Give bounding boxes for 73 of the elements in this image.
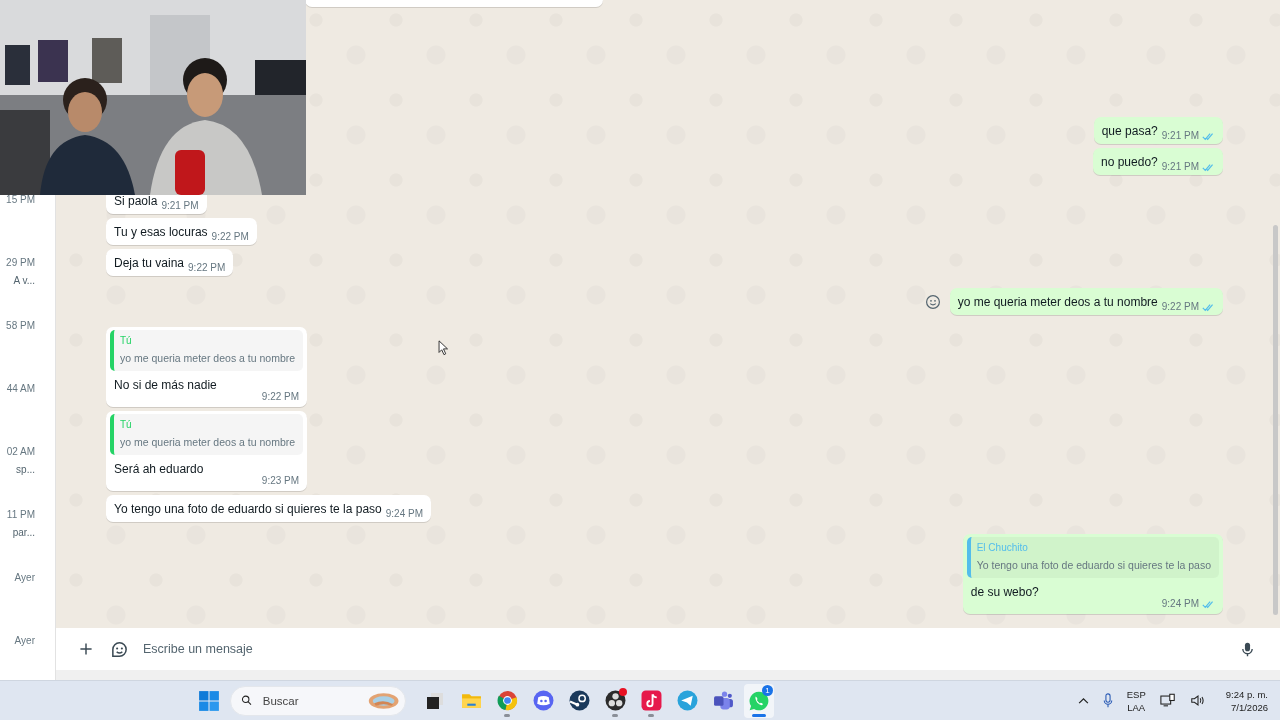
record-icon bbox=[604, 690, 626, 711]
quote-text: Yo tengo una foto de eduardo si quieres te la paso bbox=[976, 559, 1211, 572]
message-time: 9:21 PM bbox=[1161, 130, 1199, 142]
message-composer[interactable]: Escribe un mensaje bbox=[56, 628, 1280, 670]
running-indicator bbox=[612, 713, 618, 717]
message-time: 9:24 PM bbox=[385, 508, 423, 520]
message-text: Yo tengo una foto de eduardo si quieres te la paso bbox=[114, 501, 382, 517]
chat-preview: par... bbox=[12, 527, 35, 539]
search-input[interactable]: Buscar bbox=[260, 693, 360, 708]
message-time: 9:23 PM bbox=[261, 475, 300, 487]
browser-icon bbox=[496, 690, 518, 711]
chat-time: 15 PM bbox=[6, 194, 35, 206]
message-text: Si paola bbox=[114, 193, 158, 209]
chat-preview: A v... bbox=[13, 275, 35, 287]
speaker-icon[interactable] bbox=[1189, 693, 1206, 708]
microphone-icon[interactable] bbox=[1102, 693, 1113, 708]
message-text: yo me queria meter deos a tu nombre bbox=[957, 294, 1158, 310]
game-controller-icon bbox=[532, 690, 554, 711]
language-indicator[interactable]: ESP LAA bbox=[1126, 687, 1146, 714]
search-field[interactable]: Buscar bbox=[230, 685, 406, 716]
clock[interactable]: 9:24 p. m. 7/1/2026 bbox=[1225, 687, 1268, 714]
message-text: Deja tu vaina bbox=[114, 255, 185, 271]
message-time: 9:22 PM bbox=[1161, 301, 1199, 313]
message-text: no puedo? bbox=[1101, 154, 1158, 170]
plus-icon[interactable] bbox=[78, 641, 94, 657]
stacked-squares-icon bbox=[425, 690, 445, 711]
quote-author: Tú bbox=[120, 335, 133, 347]
taskbar-button[interactable]: 1 bbox=[744, 683, 774, 718]
message-text: No si de más nadie bbox=[113, 377, 218, 393]
phone-bubble-icon bbox=[748, 689, 770, 712]
quoted-message[interactable]: El Chuchito Yo tengo una foto de eduardo si quieres te la paso bbox=[966, 537, 1219, 578]
running-indicator bbox=[504, 713, 510, 717]
sticker-icon[interactable] bbox=[110, 639, 129, 659]
chat-time: 58 PM bbox=[6, 320, 35, 332]
network-icon[interactable] bbox=[1159, 693, 1176, 708]
search-icon bbox=[241, 693, 253, 708]
microphone-icon[interactable] bbox=[1239, 640, 1256, 658]
chat-time: 02 AM bbox=[6, 446, 35, 458]
quote-author: El Chuchito bbox=[976, 542, 1029, 554]
piston-circle-icon bbox=[568, 690, 590, 711]
chevron-up-icon[interactable] bbox=[1077, 697, 1089, 704]
music-note-icon bbox=[640, 690, 662, 711]
message-text: Será ah eduardo bbox=[113, 461, 205, 477]
message-input[interactable]: Escribe un mensaje bbox=[141, 641, 1223, 657]
chat-time: Ayer bbox=[14, 635, 35, 647]
message-time: 9:24 PM bbox=[1161, 598, 1199, 610]
smiley-icon[interactable] bbox=[924, 293, 941, 310]
message-time: 9:22 PM bbox=[261, 391, 300, 403]
quoted-message[interactable]: Tú yo me queria meter deos a tu nombre bbox=[110, 330, 304, 371]
message-time: 9:21 PM bbox=[1161, 161, 1199, 173]
windows-icon[interactable] bbox=[198, 689, 220, 712]
message-time: 9:22 PM bbox=[188, 262, 226, 274]
unread-count: 1 bbox=[762, 684, 773, 696]
chat-time: Ayer bbox=[14, 572, 35, 584]
chat-time: 29 PM bbox=[6, 257, 35, 269]
chat-time: 44 AM bbox=[6, 383, 35, 395]
message-text: que pasa? bbox=[1101, 123, 1158, 139]
scrollbar[interactable] bbox=[1273, 225, 1278, 615]
quote-text: yo me queria meter deos a tu nombre bbox=[120, 436, 296, 449]
message-time: 9:21 PM bbox=[161, 200, 199, 212]
running-indicator bbox=[752, 713, 766, 717]
cursor-icon bbox=[438, 340, 449, 356]
quote-author: Tú bbox=[120, 419, 133, 431]
message-text: de su webo? bbox=[969, 584, 1040, 600]
people-icon bbox=[712, 690, 734, 711]
chat-preview: sp... bbox=[16, 464, 35, 476]
chat-time: 11 PM bbox=[6, 509, 35, 521]
quoted-message[interactable]: Tú yo me queria meter deos a tu nombre bbox=[110, 414, 304, 455]
message-text: Tu y esas locuras bbox=[114, 224, 208, 240]
paper-plane-icon bbox=[676, 690, 698, 711]
message-time: 9:22 PM bbox=[211, 231, 249, 243]
running-indicator bbox=[648, 713, 654, 717]
quote-text: yo me queria meter deos a tu nombre bbox=[120, 352, 296, 365]
